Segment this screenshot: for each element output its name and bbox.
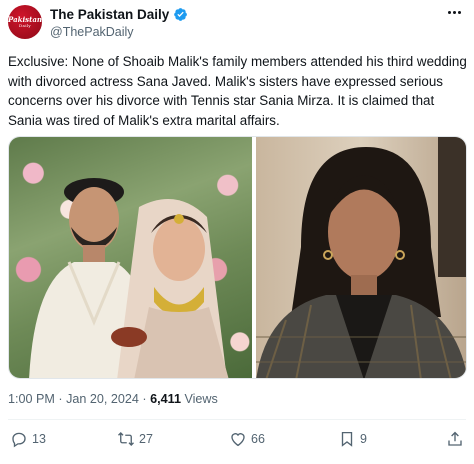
avatar-logo-text: Pakistan — [8, 15, 42, 24]
portrait-photo-illustration — [256, 137, 466, 378]
portrait-photo[interactable] — [256, 137, 466, 378]
bookmark-count: 9 — [360, 432, 367, 446]
verified-badge-icon — [174, 8, 188, 21]
action-divider — [8, 419, 466, 420]
more-options-icon[interactable] — [448, 11, 461, 14]
reply-button[interactable]: 13 — [10, 430, 46, 448]
tweet-media[interactable] — [8, 136, 467, 379]
views-label: Views — [180, 392, 218, 406]
display-name-row[interactable]: The Pakistan Daily — [50, 7, 188, 22]
tweet-text: Exclusive: None of Shoaib Malik's family… — [8, 54, 467, 128]
share-button[interactable] — [446, 430, 464, 448]
views-count: 6,411 — [150, 392, 181, 406]
repost-icon — [118, 432, 134, 446]
timestamp-text[interactable]: 1:00 PM · Jan 20, 2024 · — [8, 392, 150, 406]
share-icon — [448, 431, 462, 446]
account-handle[interactable]: @ThePakDaily — [50, 25, 134, 39]
reply-count: 13 — [32, 432, 46, 446]
heart-icon — [231, 433, 245, 447]
tweet-timestamp[interactable]: 1:00 PM · Jan 20, 2024 · 6,411 Views — [8, 392, 218, 406]
reply-icon — [12, 432, 26, 448]
repost-count: 27 — [139, 432, 153, 446]
avatar-logo-subtext: Daily — [19, 23, 31, 28]
repost-button[interactable]: 27 — [117, 430, 153, 448]
display-name[interactable]: The Pakistan Daily — [50, 7, 169, 22]
wedding-photo-illustration — [29, 178, 229, 378]
wedding-photo[interactable] — [9, 137, 252, 378]
bookmark-button[interactable]: 9 — [338, 430, 367, 448]
like-button[interactable]: 66 — [229, 430, 265, 448]
like-count: 66 — [251, 432, 265, 446]
action-bar: 13 27 66 9 — [8, 430, 466, 452]
account-avatar[interactable]: Pakistan Daily — [8, 5, 42, 39]
bookmark-icon — [341, 431, 353, 447]
